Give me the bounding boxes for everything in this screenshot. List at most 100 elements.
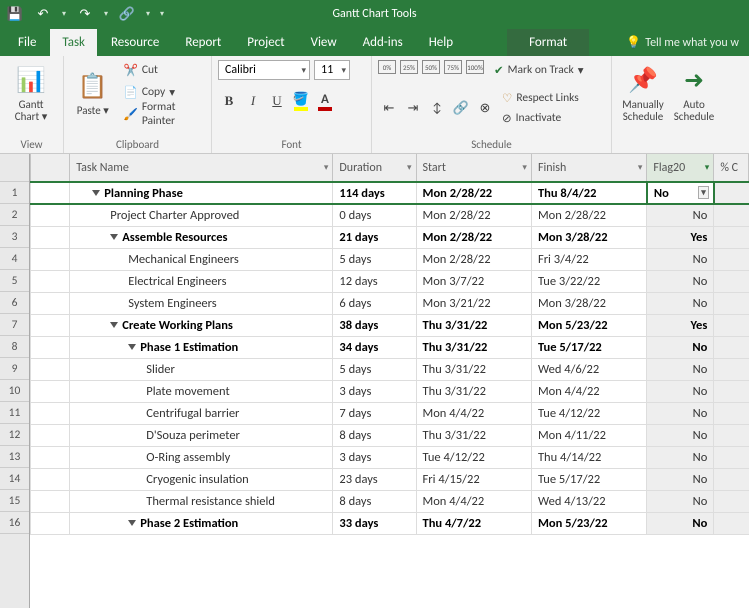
dropdown-icon[interactable]: ▾ — [522, 162, 527, 173]
finish-cell[interactable]: Fri 3/4/22 — [531, 248, 646, 270]
indicator-cell[interactable] — [31, 490, 70, 512]
task-name-cell[interactable]: Centrifugal barrier — [70, 402, 333, 424]
row-number[interactable]: 15 — [0, 490, 29, 512]
collapse-icon[interactable] — [110, 322, 118, 328]
indicator-column-header[interactable] — [31, 154, 70, 182]
task-row[interactable]: Centrifugal barrier7 daysMon 4/4/22Tue 4… — [31, 402, 749, 424]
qat-dropdown-icon[interactable]: ▾ — [102, 3, 110, 25]
duration-cell[interactable]: 8 days — [333, 490, 416, 512]
task-name-cell[interactable]: Cryogenic insulation — [70, 468, 333, 490]
duration-cell[interactable]: 33 days — [333, 512, 416, 534]
indicator-cell[interactable] — [31, 204, 70, 226]
font-name-select[interactable]: Calibri — [218, 60, 310, 80]
row-number[interactable]: 14 — [0, 468, 29, 490]
flag20-cell[interactable]: No — [647, 512, 714, 534]
row-number[interactable]: 12 — [0, 424, 29, 446]
flag20-cell[interactable]: No — [647, 380, 714, 402]
flag20-cell[interactable]: No — [647, 248, 714, 270]
row-number[interactable]: 3 — [0, 226, 29, 248]
row-number[interactable]: 5 — [0, 270, 29, 292]
dropdown-icon[interactable]: ▾ — [324, 162, 329, 173]
duration-cell[interactable]: 8 days — [333, 424, 416, 446]
undo-icon[interactable]: ↶ — [32, 3, 54, 25]
task-row[interactable]: D'Souza perimeter8 daysThu 3/31/22Mon 4/… — [31, 424, 749, 446]
task-name-cell[interactable]: System Engineers — [70, 292, 333, 314]
pct-100-button[interactable]: 100% — [466, 60, 484, 74]
gantt-chart-button[interactable]: 📊 Gantt Chart ▾ — [6, 60, 56, 128]
qat-dropdown-icon[interactable]: ▾ — [144, 3, 152, 25]
tell-me-search[interactable]: 💡 Tell me what you w — [622, 29, 743, 56]
duration-cell[interactable]: 6 days — [333, 292, 416, 314]
pct-cell[interactable] — [714, 380, 749, 402]
flag20-cell[interactable]: No — [647, 270, 714, 292]
pct-cell[interactable] — [714, 336, 749, 358]
row-number[interactable]: 4 — [0, 248, 29, 270]
task-row[interactable]: Assemble Resources21 daysMon 2/28/22Mon … — [31, 226, 749, 248]
finish-cell[interactable]: Thu 4/14/22 — [531, 446, 646, 468]
indicator-cell[interactable] — [31, 226, 70, 248]
start-cell[interactable]: Mon 4/4/22 — [416, 402, 531, 424]
pct-cell[interactable] — [714, 424, 749, 446]
pct-cell[interactable] — [714, 468, 749, 490]
pct-cell[interactable] — [714, 204, 749, 226]
finish-cell[interactable]: Mon 3/28/22 — [531, 292, 646, 314]
task-row[interactable]: Cryogenic insulation23 daysFri 4/15/22Tu… — [31, 468, 749, 490]
indicator-cell[interactable] — [31, 292, 70, 314]
pct-cell[interactable] — [714, 402, 749, 424]
task-name-cell[interactable]: O-Ring assembly — [70, 446, 333, 468]
dropdown-icon[interactable]: ▾ — [638, 162, 643, 173]
task-name-cell[interactable]: Thermal resistance shield — [70, 490, 333, 512]
task-name-cell[interactable]: Planning Phase — [70, 182, 333, 204]
link-tasks-button[interactable]: 🔗 — [450, 97, 472, 119]
tab-task[interactable]: Task — [50, 29, 97, 56]
start-cell[interactable]: Mon 2/28/22 — [416, 248, 531, 270]
task-row[interactable]: Create Working Plans38 daysThu 3/31/22Mo… — [31, 314, 749, 336]
row-number[interactable]: 9 — [0, 358, 29, 380]
start-cell[interactable]: Thu 3/31/22 — [416, 358, 531, 380]
pct-75-button[interactable]: 75% — [444, 60, 462, 74]
unlink-tasks-button[interactable]: ⊗ — [474, 97, 496, 119]
tab-view[interactable]: View — [299, 29, 349, 56]
duration-cell[interactable]: 34 days — [333, 336, 416, 358]
finish-cell[interactable]: Mon 5/23/22 — [531, 512, 646, 534]
grid[interactable]: Task Name▾ Duration▾ Start▾ Finish▾ Flag… — [30, 154, 749, 608]
task-name-cell[interactable]: Project Charter Approved — [70, 204, 333, 226]
finish-cell[interactable]: Thu 8/4/22 — [531, 182, 646, 204]
format-painter-button[interactable]: 🖌️Format Painter — [121, 104, 205, 124]
mark-on-track-button[interactable]: ✔Mark on Track ▾ — [492, 60, 586, 80]
indent-button[interactable]: ⇥ — [402, 97, 424, 119]
indicator-cell[interactable] — [31, 402, 70, 424]
duration-cell[interactable]: 5 days — [333, 248, 416, 270]
auto-schedule-button[interactable]: ➜ Auto Schedule — [674, 60, 714, 128]
pct-column-header[interactable]: % C — [714, 154, 749, 182]
finish-cell[interactable]: Mon 3/28/22 — [531, 226, 646, 248]
task-row[interactable]: Plate movement3 daysThu 3/31/22Mon 4/4/2… — [31, 380, 749, 402]
task-row[interactable]: Electrical Engineers12 daysMon 3/7/22Tue… — [31, 270, 749, 292]
flag20-cell[interactable]: Yes — [647, 314, 714, 336]
flag20-cell[interactable]: No — [647, 204, 714, 226]
start-cell[interactable]: Thu 3/31/22 — [416, 336, 531, 358]
duration-cell[interactable]: 3 days — [333, 380, 416, 402]
flag20-cell[interactable]: No — [647, 182, 714, 204]
start-cell[interactable]: Fri 4/15/22 — [416, 468, 531, 490]
indicator-cell[interactable] — [31, 336, 70, 358]
flag20-cell[interactable]: No — [647, 424, 714, 446]
task-row[interactable]: Mechanical Engineers5 daysMon 2/28/22Fri… — [31, 248, 749, 270]
row-number[interactable]: 7 — [0, 314, 29, 336]
collapse-icon[interactable] — [128, 520, 136, 526]
task-row[interactable]: Thermal resistance shield8 daysMon 4/4/2… — [31, 490, 749, 512]
flag20-column-header[interactable]: Flag20▾ — [647, 154, 714, 182]
duration-cell[interactable]: 23 days — [333, 468, 416, 490]
task-name-cell[interactable]: Assemble Resources — [70, 226, 333, 248]
pct-cell[interactable] — [714, 292, 749, 314]
pct-cell[interactable] — [714, 314, 749, 336]
qat-customize-icon[interactable]: ▾ — [158, 3, 166, 25]
start-cell[interactable]: Mon 2/28/22 — [416, 204, 531, 226]
flag20-cell[interactable]: No — [647, 336, 714, 358]
flag20-cell[interactable]: No — [647, 490, 714, 512]
font-size-select[interactable]: 11 — [314, 60, 350, 80]
start-cell[interactable]: Thu 3/31/22 — [416, 314, 531, 336]
duration-cell[interactable]: 12 days — [333, 270, 416, 292]
pct-cell[interactable] — [714, 182, 749, 204]
indicator-cell[interactable] — [31, 424, 70, 446]
